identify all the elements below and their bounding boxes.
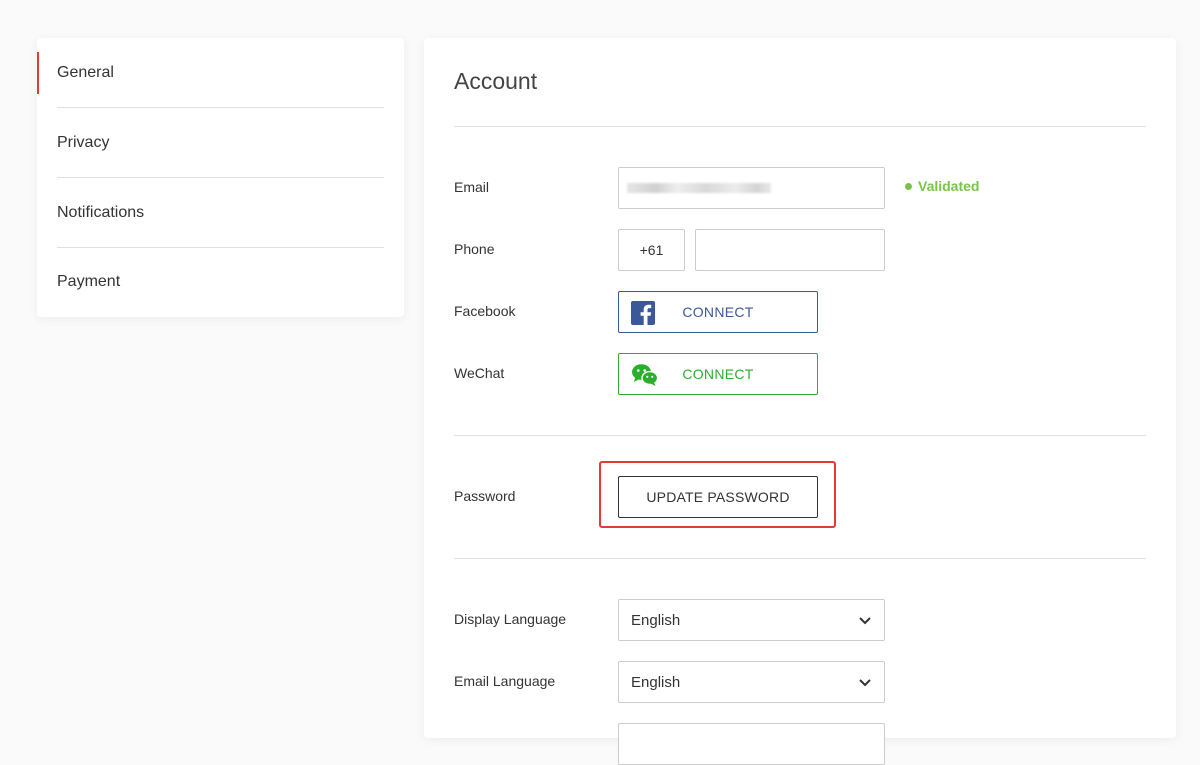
- phone-input[interactable]: [695, 229, 885, 271]
- email-field[interactable]: [618, 167, 885, 209]
- display-language-select[interactable]: English: [618, 599, 885, 641]
- email-language-label: Email Language: [454, 673, 556, 689]
- chevron-down-icon: [858, 676, 872, 693]
- divider: [454, 435, 1146, 436]
- redacted-email: [627, 183, 771, 193]
- display-language-label: Display Language: [454, 611, 567, 627]
- validated-label: Validated: [918, 178, 980, 194]
- wechat-connect-button[interactable]: CONNECT: [618, 353, 818, 395]
- divider: [454, 126, 1146, 127]
- sidebar-item-label: Notifications: [57, 203, 145, 221]
- sidebar-item-label: Payment: [57, 273, 121, 290]
- wechat-label: WeChat: [454, 365, 505, 381]
- sidebar-item-privacy[interactable]: Privacy: [57, 108, 384, 178]
- page-title: Account: [454, 68, 538, 94]
- next-select[interactable]: [618, 723, 885, 765]
- country-code-value: +61: [639, 242, 664, 258]
- settings-sidebar: General Privacy Notifications Payment: [37, 38, 404, 317]
- phone-label: Phone: [454, 241, 495, 257]
- update-password-button[interactable]: UPDATE PASSWORD: [618, 476, 818, 518]
- chevron-down-icon: [858, 614, 872, 631]
- sidebar-item-notifications[interactable]: Notifications: [57, 178, 384, 248]
- divider: [454, 558, 1146, 559]
- validated-status: Validated: [905, 178, 979, 194]
- facebook-label: Facebook: [454, 303, 516, 319]
- password-label: Password: [454, 488, 516, 504]
- email-language-value: English: [631, 673, 681, 691]
- email-label: Email: [454, 179, 490, 195]
- sidebar-item-general[interactable]: General: [57, 38, 384, 108]
- connect-label: CONNECT: [682, 304, 754, 320]
- connect-label: CONNECT: [682, 366, 754, 382]
- update-password-label: UPDATE PASSWORD: [646, 489, 790, 505]
- facebook-connect-button[interactable]: CONNECT: [618, 291, 818, 333]
- status-dot-icon: [905, 182, 912, 190]
- sidebar-item-payment[interactable]: Payment: [57, 247, 384, 317]
- account-panel: Account Email Validated Phone +61 Facebo…: [424, 38, 1176, 765]
- active-indicator: [37, 52, 39, 94]
- country-code-select[interactable]: +61: [618, 229, 685, 271]
- sidebar-item-label: General: [57, 63, 114, 81]
- sidebar-item-label: Privacy: [57, 133, 110, 151]
- display-language-value: English: [631, 611, 681, 629]
- email-language-select[interactable]: English: [618, 661, 885, 703]
